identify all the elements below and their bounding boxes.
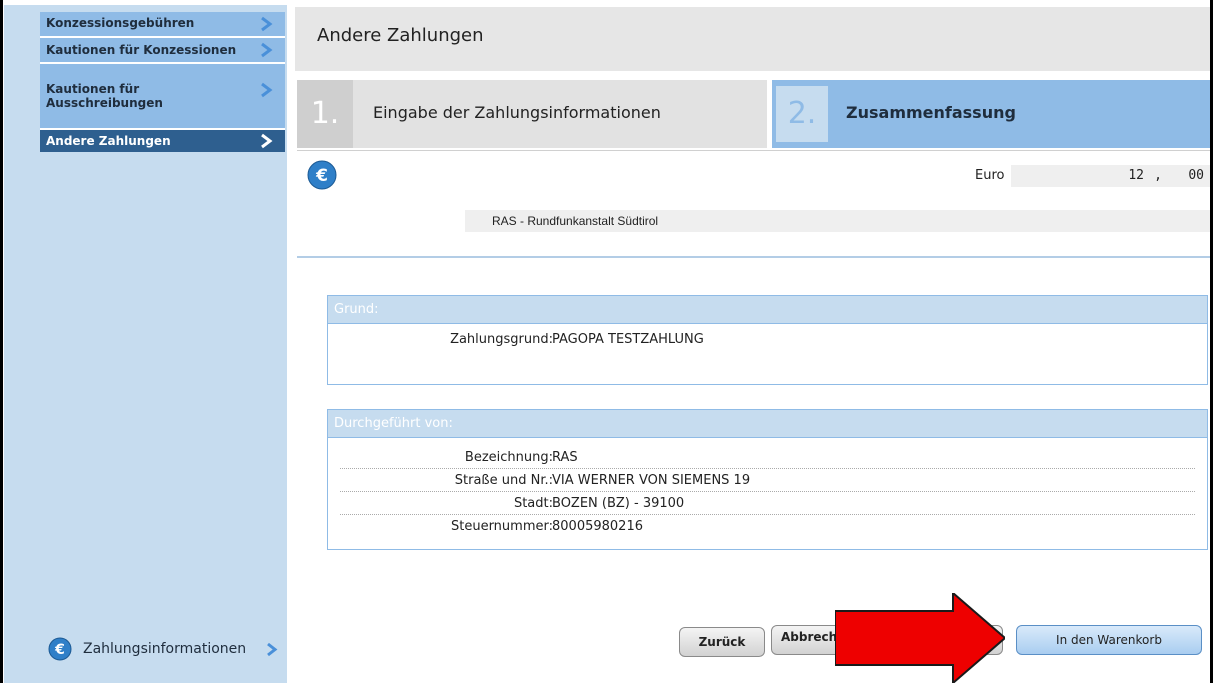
sidebar-item-andere-zahlungen[interactable]: Andere Zahlungen: [40, 130, 285, 152]
chevron-right-icon: [261, 82, 273, 98]
kv-key: Straße und Nr.:: [454, 473, 553, 488]
svg-text:€: €: [315, 166, 328, 186]
add-to-cart-button[interactable]: In den Warenkorb: [1016, 625, 1202, 655]
fieldset-legend: Grund:: [328, 296, 1207, 324]
sidebar-top-gap: [4, 0, 287, 5]
sidebar-item-kautionen-konzessionen[interactable]: Kautionen für Konzessionen: [40, 38, 285, 62]
kv-key: Stadt:: [513, 496, 553, 511]
kv-row-zahlungsgrund: Zahlungsgrund: PAGOPA TESTZAHLUNG: [328, 328, 1207, 351]
reason-fieldset: Grund: Zahlungsgrund: PAGOPA TESTZAHLUNG: [327, 295, 1208, 385]
currency-label: Euro: [975, 168, 1005, 183]
sidebar-item-label: Konzessionsgebühren: [46, 16, 195, 30]
app-root: Konzessionsgebühren Kautionen für Konzes…: [0, 0, 1213, 683]
amount-decimal: 00: [1188, 168, 1204, 183]
kv-row-stadt: Stadt: BOZEN (BZ) - 39100: [328, 492, 1207, 515]
panel-divider: [297, 256, 1210, 258]
sidebar: Konzessionsgebühren Kautionen für Konzes…: [4, 0, 287, 683]
kv-key: Bezeichnung:: [464, 450, 553, 465]
kv-value: PAGOPA TESTZAHLUNG: [552, 332, 704, 347]
sidebar-item-label: Andere Zahlungen: [46, 134, 171, 148]
kv-row-bezeichnung: Bezeichnung: RAS: [328, 446, 1207, 469]
step-number: 2.: [776, 86, 828, 142]
kv-row-strasse: Straße und Nr.: VIA WERNER VON SIEMENS 1…: [328, 469, 1207, 492]
kv-value: 80005980216: [552, 519, 643, 534]
sidebar-link-zahlungsinformationen[interactable]: € Zahlungsinformationen: [48, 632, 288, 666]
kv-row-steuernummer: Steuernummer: 80005980216: [328, 515, 1207, 538]
sidebar-item-label: Kautionen für Konzessionen: [46, 43, 237, 57]
chevron-right-icon: [267, 642, 278, 657]
kv-key: Steuernummer:: [450, 519, 553, 534]
step-number: 1.: [297, 80, 353, 148]
kv-value: RAS: [552, 450, 578, 465]
kv-value: BOZEN (BZ) - 39100: [552, 496, 685, 511]
performer-fieldset: Durchgeführt von: Bezeichnung: RAS Straß…: [327, 409, 1208, 550]
sidebar-link-label: Zahlungsinformationen: [83, 641, 247, 657]
fieldset-legend: Durchgeführt von:: [328, 410, 1207, 438]
euro-icon: €: [48, 637, 72, 661]
sidebar-item-label-line1: Kautionen für: [46, 82, 140, 96]
page-header: Andere Zahlungen: [295, 7, 1210, 71]
chevron-right-icon: [261, 42, 273, 58]
page-title: Andere Zahlungen: [317, 25, 484, 46]
back-button[interactable]: Zurück: [679, 627, 765, 657]
chevron-right-icon: [261, 133, 273, 149]
amount-integer: 12: [1128, 168, 1144, 183]
sidebar-item-label-line2: Ausschreibungen: [46, 96, 163, 110]
svg-text:€: €: [54, 642, 65, 658]
step-2-zusammenfassung: 2. Zusammenfassung: [772, 80, 1210, 148]
sidebar-item-konzessionsgebuehren[interactable]: Konzessionsgebühren: [40, 12, 285, 36]
payee-name: RAS - Rundfunkanstalt Südtirol: [492, 214, 659, 228]
step-label: Zusammenfassung: [846, 103, 1016, 122]
step-label: Eingabe der Zahlungsinformationen: [373, 103, 661, 122]
frame-border-left: [0, 0, 3, 683]
chevron-right-icon: [261, 16, 273, 32]
step-1-eingabe: 1. Eingabe der Zahlungsinformationen: [297, 80, 767, 148]
amount-display: 12 , 00: [1011, 165, 1210, 187]
sidebar-item-kautionen-ausschreibungen[interactable]: Kautionen für Ausschreibungen: [40, 64, 285, 128]
red-arrow-annotation: [835, 593, 1005, 683]
payee-display: RAS - Rundfunkanstalt Südtirol: [465, 210, 1210, 232]
amount-separator: ,: [1154, 168, 1162, 183]
kv-key: Zahlungsgrund:: [450, 332, 553, 347]
euro-icon: €: [307, 160, 337, 190]
kv-value: VIA WERNER VON SIEMENS 19: [552, 473, 751, 488]
